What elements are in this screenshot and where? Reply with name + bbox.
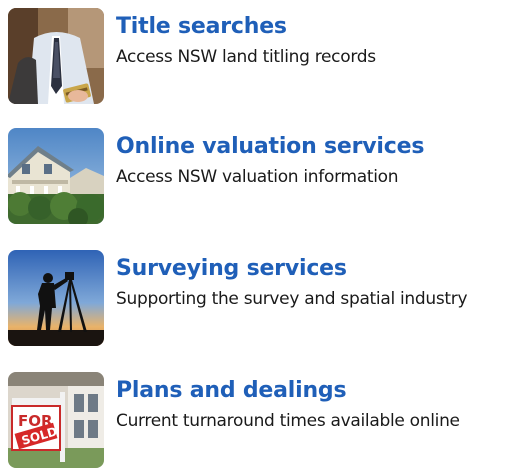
house-photo[interactable]	[8, 128, 104, 224]
service-title-link[interactable]: Plans and dealings	[116, 378, 347, 404]
services-list: Title searches Access NSW land titling r…	[0, 0, 508, 474]
surveyor-silhouette-photo[interactable]	[8, 250, 104, 346]
service-title-link[interactable]: Surveying services	[116, 256, 347, 282]
service-description: Supporting the survey and spatial indust…	[116, 289, 468, 309]
service-item-title-searches[interactable]: Title searches Access NSW land titling r…	[0, 8, 508, 108]
service-description: Access NSW valuation information	[116, 167, 399, 187]
for-sale-sign-photo[interactable]: FOR SOLD	[8, 372, 104, 468]
service-description: Access NSW land titling records	[116, 47, 376, 67]
service-item-surveying[interactable]: Surveying services Supporting the survey…	[0, 250, 508, 350]
businessman-with-card-photo[interactable]	[8, 8, 104, 104]
service-title-link[interactable]: Online valuation services	[116, 134, 424, 160]
service-item-plans-dealings[interactable]: FOR SOLD Plans and dealings Current turn…	[0, 372, 508, 472]
service-title-link[interactable]: Title searches	[116, 14, 287, 40]
service-item-online-valuation[interactable]: Online valuation services Access NSW val…	[0, 128, 508, 228]
service-description: Current turnaround times available onlin…	[116, 411, 460, 431]
